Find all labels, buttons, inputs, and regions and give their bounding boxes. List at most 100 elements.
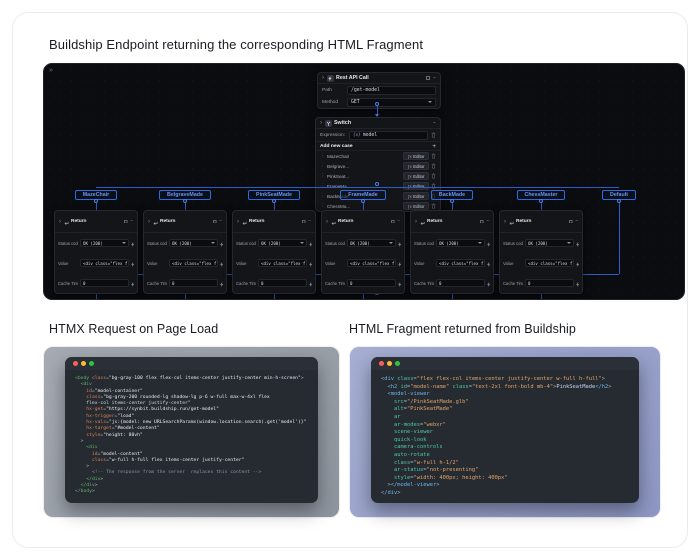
next-case-node[interactable]: Next case: True False xyxy=(232,299,316,300)
collapse-chevron-icon[interactable]: › xyxy=(148,219,150,225)
status-code-select[interactable]: OK (200) xyxy=(80,239,129,247)
connect-icon[interactable] xyxy=(130,274,135,292)
collapse-chevron-icon[interactable]: › xyxy=(237,219,239,225)
code-line: </body> xyxy=(75,489,95,495)
collapse-chevron-icon[interactable]: › xyxy=(320,120,322,126)
case-editor-button[interactable]: ƒx Editor xyxy=(403,162,429,170)
connect-icon[interactable] xyxy=(486,274,491,292)
cache-time-input[interactable]: 0 xyxy=(525,279,574,287)
return-node[interactable]: › Return − Status code OK (200) Value <d… xyxy=(143,210,227,294)
return-node[interactable]: › Return − Status code OK (200) Value <d… xyxy=(232,210,316,294)
case-editor-button[interactable]: ƒx Editor xyxy=(403,172,429,180)
collapse-chevron-icon[interactable]: › xyxy=(415,219,417,225)
next-case-node[interactable]: Next case: True False xyxy=(54,299,138,300)
connect-icon[interactable] xyxy=(305,299,309,300)
switch-case-row[interactable]: ⋮ Belgrave... ƒx Editor xyxy=(316,161,440,171)
connect-icon[interactable] xyxy=(127,299,131,300)
next-case-node[interactable]: Next case: True False xyxy=(499,299,583,300)
node-title: Return xyxy=(71,219,87,224)
expand-icon[interactable] xyxy=(124,219,128,224)
delete-case-icon[interactable] xyxy=(431,163,436,169)
connect-icon[interactable] xyxy=(130,234,135,252)
value-input[interactable]: <div class="flex flex-co... xyxy=(258,259,307,267)
minimize-icon[interactable]: − xyxy=(433,75,436,81)
connect-icon[interactable] xyxy=(130,254,135,272)
connect-icon[interactable] xyxy=(308,234,313,252)
add-case-row: Add new case + xyxy=(316,141,440,151)
collapse-chevron-icon[interactable]: › xyxy=(59,219,61,225)
delete-case-icon[interactable] xyxy=(431,183,436,189)
return-node[interactable]: › Return − Status code OK (200) Value <d… xyxy=(410,210,494,294)
cache-time-input[interactable]: 0 xyxy=(169,279,218,287)
return-node[interactable]: › Return − Status code OK (200) Value <d… xyxy=(54,210,138,294)
minimize-icon[interactable]: − xyxy=(486,219,489,224)
switch-case-row[interactable]: ⋮ MazeChair ƒx Editor xyxy=(316,151,440,161)
next-case-node[interactable]: Next case: True False xyxy=(321,299,405,300)
status-code-select[interactable]: OK (200) xyxy=(258,239,307,247)
method-select[interactable]: GET xyxy=(347,97,436,107)
zoom-window-icon xyxy=(395,361,400,366)
minimize-icon[interactable]: − xyxy=(130,219,133,224)
collapse-chevron-icon[interactable]: › xyxy=(326,219,328,225)
expand-icon[interactable] xyxy=(391,219,395,224)
minimize-icon[interactable]: − xyxy=(308,219,311,224)
cache-time-input[interactable]: 0 xyxy=(258,279,307,287)
path-input[interactable]: /get-model xyxy=(347,85,436,95)
expand-icon[interactable] xyxy=(569,219,573,224)
rest-api-call-node[interactable]: › Rest API Call − Path /get-model Method… xyxy=(317,72,441,109)
delete-case-icon[interactable] xyxy=(431,173,436,179)
value-input[interactable]: <div class="flex flex-co... xyxy=(525,259,574,267)
value-input[interactable]: <div class="flex flex-co... xyxy=(436,259,485,267)
return-node[interactable]: › Return − Status code OK (200) Value <d… xyxy=(321,210,405,294)
connect-icon[interactable] xyxy=(486,254,491,272)
minimize-icon[interactable]: − xyxy=(219,219,222,224)
connect-icon[interactable] xyxy=(219,234,224,252)
next-case-node[interactable]: Next case: True False xyxy=(410,299,494,300)
drag-handle-icon[interactable]: ⋮ xyxy=(320,153,325,158)
expand-icon[interactable] xyxy=(302,219,306,224)
status-code-select[interactable]: OK (200) xyxy=(436,239,485,247)
sidebar-collapse-icon[interactable]: » xyxy=(49,67,53,74)
connect-icon[interactable] xyxy=(575,274,580,292)
connect-icon[interactable] xyxy=(394,299,398,300)
connect-icon[interactable] xyxy=(308,254,313,272)
connect-icon[interactable] xyxy=(219,274,224,292)
connect-icon[interactable] xyxy=(483,299,487,300)
delete-icon[interactable] xyxy=(431,132,436,138)
case-editor-button[interactable]: ƒx Editor xyxy=(403,182,429,190)
connect-icon[interactable] xyxy=(308,274,313,292)
collapse-chevron-icon[interactable]: › xyxy=(504,219,506,225)
expand-icon[interactable] xyxy=(426,76,431,80)
connect-icon[interactable] xyxy=(216,299,220,300)
drag-handle-icon[interactable]: ⋮ xyxy=(320,163,325,168)
connect-icon[interactable] xyxy=(219,254,224,272)
next-case-node[interactable]: Next case: True False xyxy=(143,299,227,300)
minimize-icon[interactable]: − xyxy=(433,120,436,126)
add-case-button[interactable]: + xyxy=(432,143,436,150)
drag-handle-icon[interactable]: ⋮ xyxy=(320,173,325,178)
switch-case-row[interactable]: ⋮ PinkSeat... ƒx Editor xyxy=(316,171,440,181)
status-code-select[interactable]: OK (200) xyxy=(169,239,218,247)
value-input[interactable]: <div class="flex flex-co... xyxy=(169,259,218,267)
connect-icon[interactable] xyxy=(397,234,402,252)
minimize-icon[interactable]: − xyxy=(397,219,400,224)
value-input[interactable]: <div class="flex flex-co... xyxy=(80,259,129,267)
expand-icon[interactable] xyxy=(213,219,217,224)
connect-icon[interactable] xyxy=(397,254,402,272)
cache-time-input[interactable]: 0 xyxy=(80,279,129,287)
connect-icon[interactable] xyxy=(486,234,491,252)
value-input[interactable]: <div class="flex flex-co... xyxy=(347,259,396,267)
buildship-flow-canvas[interactable]: » › Rest API Call − Path /get-model Meth… xyxy=(43,63,685,300)
cache-time-input[interactable]: 0 xyxy=(436,279,485,287)
expand-icon[interactable] xyxy=(480,219,484,224)
status-code-select[interactable]: OK (200) xyxy=(525,239,574,247)
connect-icon[interactable] xyxy=(572,299,576,300)
expression-input[interactable]: {x} model xyxy=(349,130,428,140)
case-editor-button[interactable]: ƒx Editor xyxy=(403,152,429,160)
collapse-chevron-icon[interactable]: › xyxy=(322,75,324,81)
status-code-select[interactable]: OK (200) xyxy=(347,239,396,247)
delete-case-icon[interactable] xyxy=(431,153,436,159)
cache-time-input[interactable]: 0 xyxy=(347,279,396,287)
connect-icon[interactable] xyxy=(397,274,402,292)
return-node[interactable]: › Return − Status code OK (200) Value <d… xyxy=(499,210,583,294)
